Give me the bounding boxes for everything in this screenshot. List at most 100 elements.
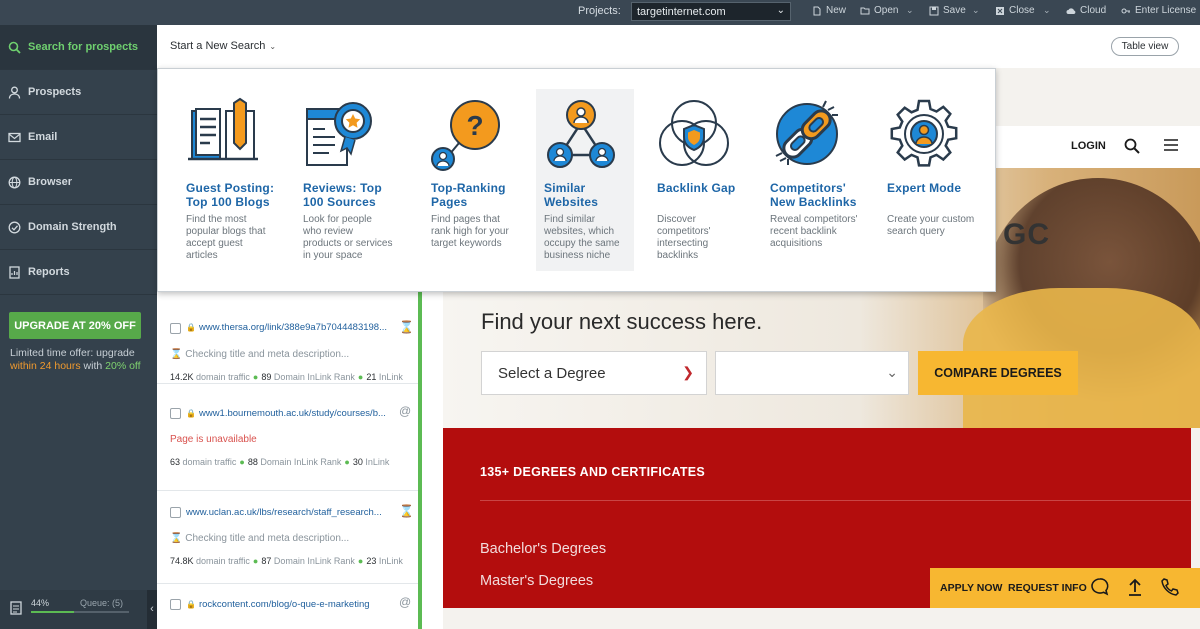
close-label: Close	[1009, 5, 1035, 16]
domain-traffic-value: 63	[170, 457, 181, 467]
progress-bar	[31, 611, 129, 613]
open-button[interactable]: Open	[860, 5, 898, 16]
mode-guest-posting[interactable]: Guest Posting: Top 100 Blogs Find the mo…	[178, 89, 276, 271]
apply-now-link[interactable]: APPLY NOW	[940, 582, 1002, 594]
inlink-rank-label: InLink	[378, 556, 403, 566]
project-select-value: targetinternet.com	[637, 6, 726, 18]
mode-description: Look for people who review products or s…	[303, 214, 393, 261]
hourglass-icon: ⌛	[399, 504, 414, 518]
lock-icon: 🔒	[186, 600, 196, 609]
result-row[interactable]: 🔒 rockcontent.com/blog/o-que-e-marketing …	[157, 584, 418, 629]
enter-license-label: Enter License	[1135, 5, 1197, 16]
hourglass-icon: ⌛	[170, 349, 186, 360]
result-row[interactable]: 🔒 www1.bournemouth.ac.uk/study/courses/b.…	[157, 399, 418, 491]
cloud-icon	[1066, 7, 1076, 14]
domain-traffic-value: 14.2K	[170, 372, 194, 382]
close-dropdown-chevron-icon[interactable]: ⌄	[1043, 5, 1051, 16]
sidebar-item-domain-strength[interactable]: Domain Strength	[0, 205, 157, 250]
mode-title: Similar Websites	[544, 181, 599, 209]
result-url-link[interactable]: 🔒 www.thersa.org/link/388e9a7b7044483198.…	[186, 322, 396, 333]
search-modes-dropdown: Guest Posting: Top 100 Blogs Find the mo…	[157, 68, 996, 292]
result-status: Page is unavailable	[170, 434, 257, 445]
upload-arrow-icon[interactable]	[1125, 577, 1145, 597]
lock-icon: 🔒	[186, 409, 196, 418]
folder-icon	[860, 7, 870, 14]
hamburger-menu-icon[interactable]	[1164, 139, 1178, 151]
program-select[interactable]: ⌄	[715, 351, 909, 395]
result-url-link[interactable]: www.uclan.ac.uk/lbs/research/staff_resea…	[186, 507, 396, 518]
brand-logo-text: GC	[1003, 218, 1050, 251]
result-checkbox[interactable]	[170, 507, 181, 518]
gear-user-icon	[890, 99, 958, 167]
request-info-link[interactable]: REQUEST INFO	[1008, 582, 1087, 594]
mode-competitors-new-backlinks[interactable]: Competitors' New Backlinks Reveal compet…	[762, 89, 860, 271]
result-metrics: 74.8K domain traffic ● 87 Domain InLink Ra…	[170, 556, 403, 566]
result-row[interactable]: 🔒 www.thersa.org/link/388e9a7b7044483198.…	[157, 291, 418, 384]
collapse-sidebar-chevron-icon[interactable]: ‹	[147, 590, 157, 629]
mode-top-ranking-pages[interactable]: ? Top-Ranking Pages Find pages that rank…	[423, 89, 521, 271]
result-row[interactable]: www.uclan.ac.uk/lbs/research/staff_resea…	[157, 491, 418, 584]
domain-inlink-rank-value: 88	[247, 457, 258, 467]
compare-degrees-button[interactable]: COMPARE DEGREES	[918, 351, 1078, 395]
mode-title: Reviews: Top 100 Sources	[303, 181, 382, 209]
sidebar-item-prospects[interactable]: Prospects	[0, 70, 157, 115]
mode-reviews[interactable]: Reviews: Top 100 Sources Look for people…	[295, 89, 393, 271]
sidebar-item-search-for-prospects[interactable]: Search for prospects	[0, 25, 157, 70]
save-dropdown-chevron-icon[interactable]: ⌄	[972, 5, 980, 16]
sidebar-item-label: Domain Strength	[28, 221, 117, 233]
degree-select-value: Select a Degree	[498, 365, 606, 382]
masters-degrees-link[interactable]: Master's Degrees	[480, 573, 593, 589]
mode-description: Find the most popular blogs that accept …	[186, 214, 266, 261]
mode-description: Reveal competitors' recent backlink acqu…	[770, 214, 858, 249]
offer-line: Limited time offer: upgrade	[10, 347, 135, 359]
result-url-text: www1.bournemouth.ac.uk/study/courses/b..…	[198, 408, 386, 419]
chevron-down-icon: ⌄	[886, 364, 898, 380]
result-checkbox[interactable]	[170, 599, 181, 610]
new-file-icon	[813, 6, 821, 15]
globe-icon	[8, 176, 21, 188]
mode-backlink-gap[interactable]: Backlink Gap Discover competitors' inter…	[649, 89, 747, 271]
project-select[interactable]: targetinternet.com ⌄	[631, 2, 791, 21]
email-icon	[8, 132, 21, 142]
result-checkbox[interactable]	[170, 408, 181, 419]
result-checkbox[interactable]	[170, 323, 181, 334]
bachelors-degrees-link[interactable]: Bachelor's Degrees	[480, 541, 606, 557]
chat-icon[interactable]	[1090, 577, 1110, 597]
inlink-rank-value: 21	[366, 372, 377, 382]
upgrade-button[interactable]: UPGRADE AT 20% OFF	[9, 312, 141, 339]
result-url-link[interactable]: 🔒 www1.bournemouth.ac.uk/study/courses/b.…	[186, 408, 396, 419]
offer-percent: 20% off	[105, 360, 141, 372]
mode-title: Competitors' New Backlinks	[770, 181, 857, 209]
task-list-icon[interactable]	[10, 601, 22, 615]
degree-select[interactable]: Select a Degree ❯	[481, 351, 707, 395]
cloud-button[interactable]: Cloud	[1066, 5, 1106, 16]
sidebar-item-reports[interactable]: Reports	[0, 250, 157, 295]
sticky-cta-bar: APPLY NOW REQUEST INFO	[930, 568, 1200, 608]
hourglass-icon: ⌛	[399, 320, 414, 334]
result-url-link[interactable]: 🔒 rockcontent.com/blog/o-que-e-marketing	[186, 599, 396, 610]
save-button[interactable]: Save	[929, 5, 966, 16]
start-new-search-dropdown[interactable]: Start a New Search ⌄	[170, 40, 276, 52]
result-metrics: 63 domain traffic ● 88 Domain InLink Rank ●…	[170, 457, 390, 467]
start-new-search-label: Start a New Search	[170, 40, 266, 52]
mode-description: Find pages that rank high for your targe…	[431, 214, 509, 249]
mode-expert[interactable]: Expert Mode Create your custom search qu…	[879, 89, 977, 271]
sidebar-item-email[interactable]: Email	[0, 115, 157, 160]
mode-similar-websites[interactable]: Similar Websites Find similar websites, …	[536, 89, 634, 271]
table-view-button[interactable]: Table view	[1111, 37, 1179, 56]
left-sidebar: Search for prospects Prospects Email Bro…	[0, 25, 157, 629]
phone-icon[interactable]	[1160, 577, 1180, 597]
open-dropdown-chevron-icon[interactable]: ⌄	[906, 5, 914, 16]
svg-text:?: ?	[466, 110, 483, 141]
close-icon	[996, 6, 1004, 15]
enter-license-button[interactable]: Enter License	[1121, 5, 1196, 16]
sidebar-item-browser[interactable]: Browser	[0, 160, 157, 205]
close-button[interactable]: Close	[995, 5, 1035, 16]
login-link[interactable]: LOGIN	[1071, 140, 1106, 152]
search-header: Start a New Search ⌄ Table view	[157, 25, 1200, 69]
search-icon[interactable]	[1124, 138, 1140, 154]
chain-link-icon	[775, 100, 838, 165]
chevron-down-icon: ❯	[682, 364, 694, 380]
mode-title: Backlink Gap	[657, 181, 736, 195]
new-button[interactable]: New	[812, 5, 846, 16]
